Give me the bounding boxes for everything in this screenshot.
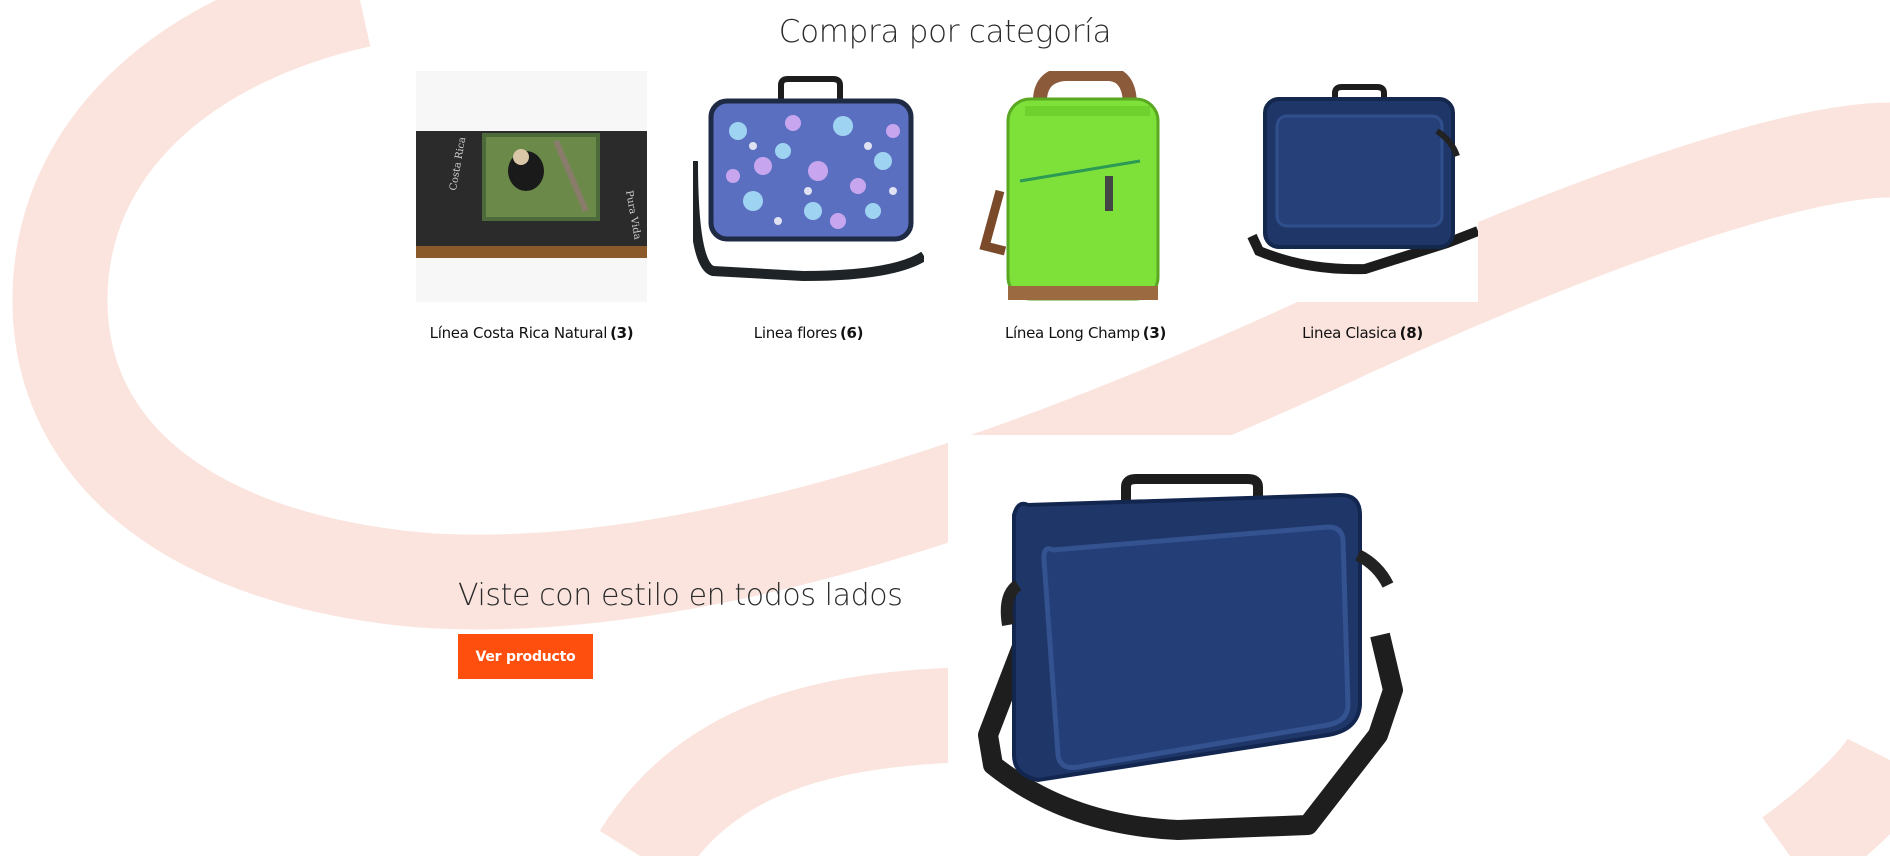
category-name: Linea flores xyxy=(753,324,837,342)
category-card-flores[interactable]: Linea flores (6) xyxy=(693,71,924,342)
category-card-long-champ[interactable]: Línea Long Champ (3) xyxy=(970,71,1201,342)
section-title: Compra por categoría xyxy=(778,14,1112,50)
costa-rica-wallet-image: Costa Rica Pura Vida xyxy=(416,71,647,302)
hero-title: Viste con estilo en todos lados xyxy=(458,578,903,613)
category-count: (6) xyxy=(839,324,864,342)
category-card-costa-rica[interactable]: Costa Rica Pura Vida Línea Costa Rica Na… xyxy=(416,71,647,342)
category-name: Línea Long Champ xyxy=(1004,324,1140,342)
category-label: Línea Costa Rica Natural (3) xyxy=(416,324,647,342)
category-count: (8) xyxy=(1399,324,1424,342)
category-count: (3) xyxy=(610,324,634,342)
view-product-button[interactable]: Ver producto xyxy=(458,634,593,679)
category-name: Línea Costa Rica Natural xyxy=(429,324,608,342)
category-count: (3) xyxy=(1142,324,1167,342)
hero-product-image xyxy=(948,435,1480,856)
category-label: Línea Long Champ (3) xyxy=(970,324,1201,342)
floral-laptop-bag-image xyxy=(693,71,924,302)
category-label: Linea Clasica (8) xyxy=(1247,324,1478,342)
green-backpack-image xyxy=(970,71,1201,302)
category-card-clasica[interactable]: Linea Clasica (8) xyxy=(1247,71,1478,342)
category-label: Linea flores (6) xyxy=(693,324,924,342)
category-name: Linea Clasica xyxy=(1302,324,1397,342)
category-grid: Costa Rica Pura Vida Línea Costa Rica Na… xyxy=(416,71,1480,351)
navy-laptop-bag-image xyxy=(1247,71,1478,302)
